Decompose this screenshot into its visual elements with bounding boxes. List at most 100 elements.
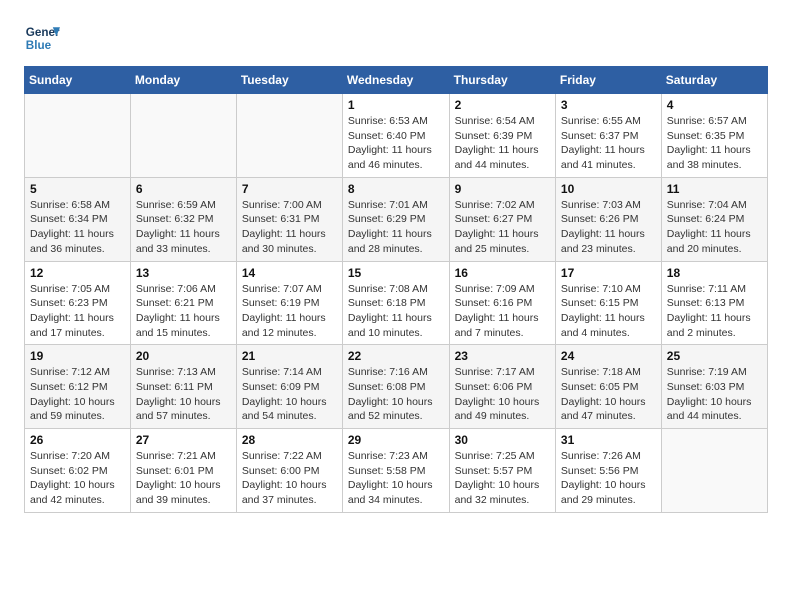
day-info: Sunrise: 7:23 AMSunset: 5:58 PMDaylight:… (348, 449, 444, 508)
day-info: Sunrise: 7:01 AMSunset: 6:29 PMDaylight:… (348, 198, 444, 257)
day-info: Sunrise: 6:53 AMSunset: 6:40 PMDaylight:… (348, 114, 444, 173)
day-info: Sunrise: 7:26 AMSunset: 5:56 PMDaylight:… (561, 449, 656, 508)
day-number: 22 (348, 349, 444, 363)
day-cell: 4Sunrise: 6:57 AMSunset: 6:35 PMDaylight… (661, 94, 767, 178)
week-row-2: 5 Sunrise: 6:58 AMSunset: 6:34 PMDaylight… (25, 177, 768, 261)
day-number: 8 (348, 182, 444, 196)
day-cell: 21 Sunrise: 7:14 AMSunset: 6:09 PMDayligh… (236, 345, 342, 429)
day-info: Sunrise: 7:19 AMSunset: 6:03 PMDaylight:… (667, 365, 762, 424)
day-info: Sunrise: 7:14 AMSunset: 6:09 PMDaylight:… (242, 365, 337, 424)
logo-icon: General Blue (24, 20, 60, 56)
day-info: Sunrise: 6:54 AMSunset: 6:39 PMDaylight:… (455, 114, 550, 173)
week-row-1: 1 Sunrise: 6:53 AMSunset: 6:40 PMDaylight… (25, 94, 768, 178)
day-info: Sunrise: 7:20 AMSunset: 6:02 PMDaylight:… (30, 449, 125, 508)
day-cell: 9 Sunrise: 7:02 AMSunset: 6:27 PMDaylight… (449, 177, 555, 261)
day-info: Sunrise: 7:22 AMSunset: 6:00 PMDaylight:… (242, 449, 337, 508)
day-number: 12 (30, 266, 125, 280)
day-info: Sunrise: 7:17 AMSunset: 6:06 PMDaylight:… (455, 365, 550, 424)
weekday-header-friday: Friday (555, 67, 661, 94)
day-cell: 26 Sunrise: 7:20 AMSunset: 6:02 PMDayligh… (25, 429, 131, 513)
day-info: Sunrise: 7:05 AMSunset: 6:23 PMDaylight:… (30, 282, 125, 341)
day-info: Sunrise: 7:04 AMSunset: 6:24 PMDaylight:… (667, 198, 762, 257)
day-info: Sunrise: 7:13 AMSunset: 6:11 PMDaylight:… (136, 365, 231, 424)
day-cell: 5 Sunrise: 6:58 AMSunset: 6:34 PMDaylight… (25, 177, 131, 261)
day-number: 15 (348, 266, 444, 280)
day-cell: 11 Sunrise: 7:04 AMSunset: 6:24 PMDayligh… (661, 177, 767, 261)
day-cell: 24 Sunrise: 7:18 AMSunset: 6:05 PMDayligh… (555, 345, 661, 429)
day-info: Sunrise: 7:08 AMSunset: 6:18 PMDaylight:… (348, 282, 444, 341)
weekday-header-tuesday: Tuesday (236, 67, 342, 94)
calendar-table: SundayMondayTuesdayWednesdayThursdayFrid… (24, 66, 768, 513)
day-cell: 27 Sunrise: 7:21 AMSunset: 6:01 PMDayligh… (130, 429, 236, 513)
day-cell (130, 94, 236, 178)
day-number: 27 (136, 433, 231, 447)
day-info: Sunrise: 7:06 AMSunset: 6:21 PMDaylight:… (136, 282, 231, 341)
day-cell: 13 Sunrise: 7:06 AMSunset: 6:21 PMDayligh… (130, 261, 236, 345)
logo: General Blue (24, 20, 60, 56)
day-cell: 28 Sunrise: 7:22 AMSunset: 6:00 PMDayligh… (236, 429, 342, 513)
day-cell: 12 Sunrise: 7:05 AMSunset: 6:23 PMDayligh… (25, 261, 131, 345)
day-info: Sunrise: 7:00 AMSunset: 6:31 PMDaylight:… (242, 198, 337, 257)
day-cell: 15 Sunrise: 7:08 AMSunset: 6:18 PMDayligh… (342, 261, 449, 345)
day-number: 19 (30, 349, 125, 363)
day-cell: 23 Sunrise: 7:17 AMSunset: 6:06 PMDayligh… (449, 345, 555, 429)
day-info: Sunrise: 7:02 AMSunset: 6:27 PMDaylight:… (455, 198, 550, 257)
day-cell: 25 Sunrise: 7:19 AMSunset: 6:03 PMDayligh… (661, 345, 767, 429)
day-cell: 1 Sunrise: 6:53 AMSunset: 6:40 PMDaylight… (342, 94, 449, 178)
day-number: 14 (242, 266, 337, 280)
day-number: 30 (455, 433, 550, 447)
day-number: 1 (348, 98, 444, 112)
day-cell: 2Sunrise: 6:54 AMSunset: 6:39 PMDaylight… (449, 94, 555, 178)
day-number: 9 (455, 182, 550, 196)
day-cell: 20 Sunrise: 7:13 AMSunset: 6:11 PMDayligh… (130, 345, 236, 429)
day-info: Sunrise: 7:03 AMSunset: 6:26 PMDaylight:… (561, 198, 656, 257)
day-number: 31 (561, 433, 656, 447)
day-cell: 3Sunrise: 6:55 AMSunset: 6:37 PMDaylight… (555, 94, 661, 178)
day-number: 10 (561, 182, 656, 196)
day-number: 29 (348, 433, 444, 447)
day-number: 4 (667, 98, 762, 112)
day-number: 7 (242, 182, 337, 196)
day-info: Sunrise: 7:12 AMSunset: 6:12 PMDaylight:… (30, 365, 125, 424)
day-number: 11 (667, 182, 762, 196)
day-info: Sunrise: 7:09 AMSunset: 6:16 PMDaylight:… (455, 282, 550, 341)
day-number: 21 (242, 349, 337, 363)
day-info: Sunrise: 6:59 AMSunset: 6:32 PMDaylight:… (136, 198, 231, 257)
weekday-header-saturday: Saturday (661, 67, 767, 94)
day-cell: 19 Sunrise: 7:12 AMSunset: 6:12 PMDayligh… (25, 345, 131, 429)
day-cell: 6 Sunrise: 6:59 AMSunset: 6:32 PMDaylight… (130, 177, 236, 261)
day-cell (661, 429, 767, 513)
day-cell: 30Sunrise: 7:25 AMSunset: 5:57 PMDayligh… (449, 429, 555, 513)
day-number: 18 (667, 266, 762, 280)
day-info: Sunrise: 6:58 AMSunset: 6:34 PMDaylight:… (30, 198, 125, 257)
day-number: 20 (136, 349, 231, 363)
day-cell (236, 94, 342, 178)
page-header: General Blue (24, 20, 768, 56)
day-number: 24 (561, 349, 656, 363)
day-number: 5 (30, 182, 125, 196)
day-number: 23 (455, 349, 550, 363)
day-info: Sunrise: 7:18 AMSunset: 6:05 PMDaylight:… (561, 365, 656, 424)
weekday-header-sunday: Sunday (25, 67, 131, 94)
svg-text:Blue: Blue (26, 39, 52, 52)
day-info: Sunrise: 7:10 AMSunset: 6:15 PMDaylight:… (561, 282, 656, 341)
week-row-3: 12 Sunrise: 7:05 AMSunset: 6:23 PMDayligh… (25, 261, 768, 345)
weekday-header-wednesday: Wednesday (342, 67, 449, 94)
day-info: Sunrise: 7:07 AMSunset: 6:19 PMDaylight:… (242, 282, 337, 341)
day-number: 25 (667, 349, 762, 363)
day-cell: 17 Sunrise: 7:10 AMSunset: 6:15 PMDayligh… (555, 261, 661, 345)
day-cell: 10 Sunrise: 7:03 AMSunset: 6:26 PMDayligh… (555, 177, 661, 261)
day-number: 17 (561, 266, 656, 280)
day-number: 13 (136, 266, 231, 280)
day-number: 28 (242, 433, 337, 447)
day-cell: 7 Sunrise: 7:00 AMSunset: 6:31 PMDaylight… (236, 177, 342, 261)
day-info: Sunrise: 7:21 AMSunset: 6:01 PMDaylight:… (136, 449, 231, 508)
day-cell: 16Sunrise: 7:09 AMSunset: 6:16 PMDayligh… (449, 261, 555, 345)
weekday-header-thursday: Thursday (449, 67, 555, 94)
day-cell: 8 Sunrise: 7:01 AMSunset: 6:29 PMDaylight… (342, 177, 449, 261)
day-cell: 22Sunrise: 7:16 AMSunset: 6:08 PMDayligh… (342, 345, 449, 429)
day-number: 26 (30, 433, 125, 447)
day-cell: 29 Sunrise: 7:23 AMSunset: 5:58 PMDayligh… (342, 429, 449, 513)
weekday-header-monday: Monday (130, 67, 236, 94)
day-number: 6 (136, 182, 231, 196)
